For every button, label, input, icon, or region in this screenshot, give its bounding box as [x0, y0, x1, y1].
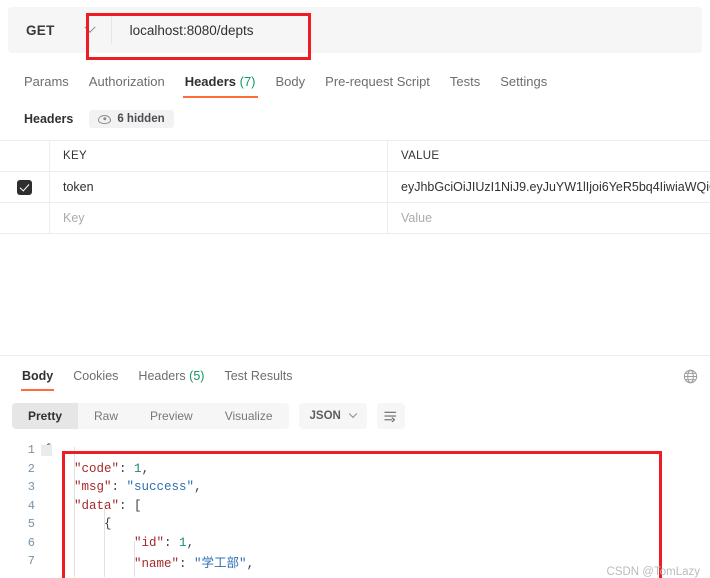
code-line-text: "name": "学工部",	[134, 556, 255, 571]
code-line: 2 "code": 1,	[0, 460, 710, 479]
line-number: 6	[27, 535, 35, 550]
url-input[interactable]: localhost:8080/depts	[112, 23, 702, 38]
response-view-mode-group: Pretty Raw Preview Visualize	[12, 403, 289, 429]
code-line: 4 "data": [	[0, 497, 710, 516]
code-line-text: {	[104, 517, 112, 532]
header-key-input[interactable]: token	[50, 172, 388, 202]
tab-authorization[interactable]: Authorization	[79, 74, 175, 98]
chevron-down-icon[interactable]	[69, 7, 111, 53]
view-mode-raw[interactable]: Raw	[78, 403, 134, 429]
request-url-bar: GET localhost:8080/depts	[8, 7, 702, 53]
line-number: 5	[27, 517, 35, 532]
code-line: 5 {	[0, 515, 710, 534]
hidden-headers-label: 6 hidden	[117, 113, 165, 125]
code-line: 6 "id": 1,	[0, 534, 710, 553]
hidden-headers-toggle[interactable]: 6 hidden	[89, 110, 174, 128]
watermark: CSDN @TomLazy	[606, 566, 700, 578]
tab-body-label: Body	[275, 74, 306, 89]
headers-section-label: Headers	[24, 112, 74, 126]
response-tabs: Body Cookies Headers (5) Test Results	[0, 363, 710, 391]
indent-guide	[134, 541, 135, 577]
line-number: 3	[27, 480, 35, 495]
pane-divider[interactable]	[0, 355, 710, 356]
empty-row-checkbox-cell	[0, 203, 50, 233]
response-tab-test-results[interactable]: Test Results	[214, 369, 302, 391]
response-tab-body[interactable]: Body	[12, 369, 63, 391]
tab-headers-label: Headers	[184, 74, 236, 89]
indent-guide	[74, 447, 75, 577]
indent-guide	[104, 503, 105, 577]
table-header-row: KEY VALUE	[0, 141, 710, 172]
tab-params-label: Params	[24, 74, 69, 89]
code-line-text: "msg": "success",	[74, 480, 202, 495]
headers-table: KEY VALUE token eyJhbGciOiJIUzI1NiJ9.eyJ…	[0, 140, 710, 234]
fold-toggle-icon[interactable]	[40, 444, 52, 456]
code-line: 1{	[0, 441, 710, 460]
new-header-value-input[interactable]: Value	[388, 203, 710, 233]
table-row[interactable]: token eyJhbGciOiJIUzI1NiJ9.eyJuYW1lIjoi6…	[0, 172, 710, 203]
table-header-checkbox-cell	[0, 141, 50, 171]
response-format-select[interactable]: JSON	[298, 403, 367, 429]
globe-icon[interactable]	[683, 369, 698, 391]
code-line-text: "code": 1,	[74, 461, 150, 476]
response-toolbar: Pretty Raw Preview Visualize JSON	[0, 403, 405, 429]
tab-authorization-label: Authorization	[88, 74, 165, 89]
eye-icon	[98, 114, 112, 124]
line-number: 2	[27, 461, 35, 476]
tab-pre-request-script[interactable]: Pre-request Script	[315, 74, 440, 98]
code-line: 3 "msg": "success",	[0, 478, 710, 497]
view-mode-pretty-label: Pretty	[28, 409, 63, 423]
tab-settings-label: Settings	[500, 74, 548, 89]
view-mode-preview-label: Preview	[150, 409, 193, 423]
checkbox-checked-icon[interactable]	[17, 179, 32, 195]
tab-tests-label: Tests	[449, 74, 481, 89]
view-mode-pretty[interactable]: Pretty	[12, 403, 79, 429]
tab-headers-count: (7)	[239, 74, 256, 89]
row-checkbox-cell[interactable]	[0, 172, 50, 202]
response-body-code[interactable]: 1{2 "code": 1,3 "msg": "success",4 "data…	[0, 441, 710, 578]
tab-params[interactable]: Params	[14, 74, 79, 98]
response-tab-body-label: Body	[22, 369, 54, 383]
line-number: 4	[27, 498, 35, 513]
line-number: 1	[27, 443, 35, 458]
response-tab-headers-label: Headers	[138, 369, 186, 383]
table-row-empty[interactable]: Key Value	[0, 203, 710, 234]
column-header-value: VALUE	[401, 150, 440, 162]
http-method-label: GET	[26, 22, 55, 38]
code-line-text: "data": [	[74, 498, 142, 513]
column-header-key: KEY	[50, 141, 388, 171]
tab-body[interactable]: Body	[266, 74, 316, 98]
response-format-label: JSON	[309, 410, 341, 422]
view-mode-preview[interactable]: Preview	[134, 403, 209, 429]
response-tab-headers[interactable]: Headers (5)	[128, 369, 214, 391]
response-tab-cookies-label: Cookies	[73, 369, 119, 383]
code-line: 7 "name": "学工部",	[0, 552, 710, 571]
http-method-selector[interactable]: GET	[8, 7, 69, 53]
code-line-text: "id": 1,	[134, 535, 195, 550]
line-number: 7	[27, 554, 35, 569]
tab-pre-request-script-label: Pre-request Script	[325, 74, 430, 89]
request-tabs: Params Authorization Headers (7) Body Pr…	[0, 66, 710, 98]
response-tab-cookies[interactable]: Cookies	[63, 369, 128, 391]
chevron-down-icon	[348, 409, 358, 419]
response-tab-test-results-label: Test Results	[224, 369, 293, 383]
tab-headers[interactable]: Headers (7)	[175, 74, 266, 98]
tab-settings[interactable]: Settings	[490, 74, 557, 98]
view-mode-visualize-label: Visualize	[224, 409, 273, 423]
tab-tests[interactable]: Tests	[440, 74, 490, 98]
view-mode-raw-label: Raw	[94, 409, 119, 423]
response-tab-headers-count: (5)	[189, 369, 205, 383]
header-value-input[interactable]: eyJhbGciOiJIUzI1NiJ9.eyJuYW1lIjoi6YeR5bq…	[388, 172, 710, 202]
code-lines: 1{2 "code": 1,3 "msg": "success",4 "data…	[0, 441, 710, 571]
headers-subheader: Headers 6 hidden	[0, 104, 710, 134]
new-header-key-input[interactable]: Key	[50, 203, 388, 233]
view-mode-visualize[interactable]: Visualize	[209, 403, 289, 429]
wrap-lines-icon[interactable]	[376, 403, 405, 429]
